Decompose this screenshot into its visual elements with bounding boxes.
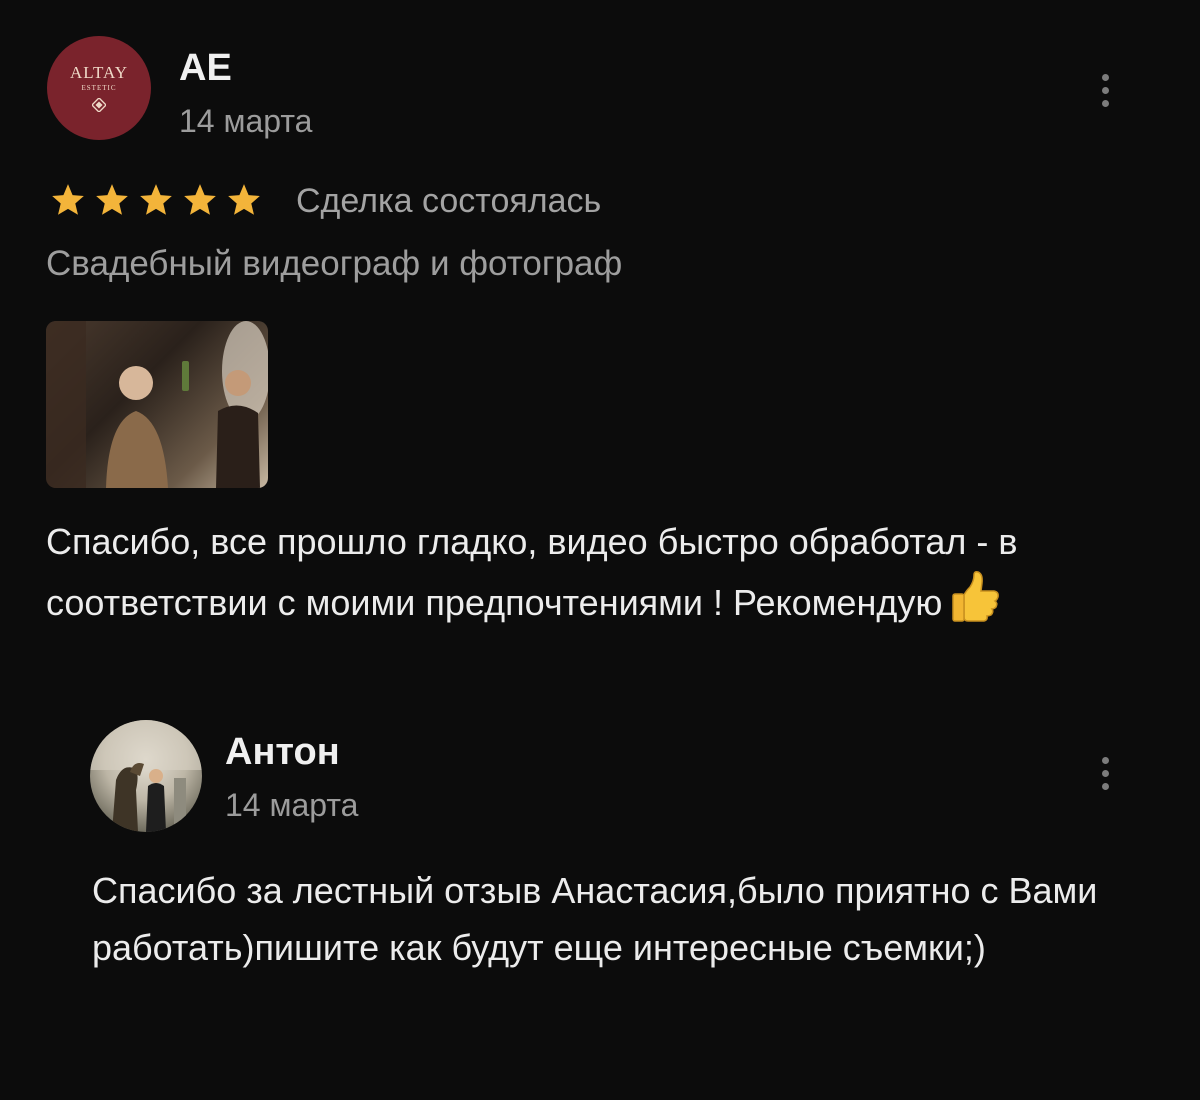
star-icon [228,184,260,215]
review-text-content: Спасибо, все прошло гладко, видео быстро… [46,521,1018,623]
review-text: Спасибо, все прошло гладко, видео быстро… [46,514,1166,630]
reply-text: Спасибо за лестный отзыв Анастасия,было … [92,870,1098,968]
rating-stars [48,181,264,219]
thumbs-up-icon [952,571,1000,622]
photo-illustration [46,321,268,488]
author-name[interactable]: AE [179,47,232,90]
reply-author-avatar[interactable] [90,720,202,832]
avatar-subtitle: ESTETIC [81,84,117,92]
deal-status: Сделка состоялась [296,182,602,220]
review-card: ALTAY ESTETIC AE 14 марта Сделка состоял… [0,0,1200,1100]
author-avatar[interactable]: ALTAY ESTETIC [47,36,151,140]
avatar-photo [90,720,202,832]
star-icon [52,184,84,215]
star-icon [184,184,216,215]
star-icon [140,184,172,215]
review-photo[interactable] [46,321,268,488]
ornament-icon [92,98,106,112]
reply-author-name[interactable]: Антон [225,731,340,774]
review-date: 14 марта [179,103,313,139]
reply-more-options-icon[interactable] [1100,757,1110,790]
star-icon [96,184,128,215]
reply-date: 14 марта [225,787,359,823]
more-options-icon[interactable] [1100,74,1110,107]
avatar-brand: ALTAY [69,63,129,82]
service-category: Свадебный видеограф и фотограф [46,244,623,283]
